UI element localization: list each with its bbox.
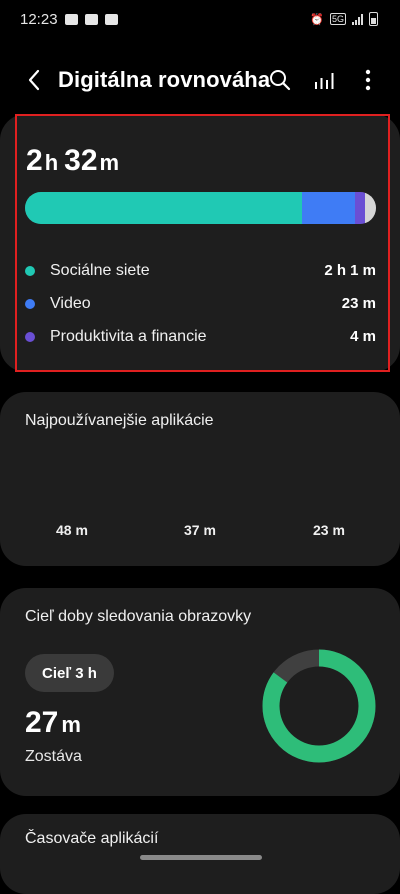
- search-icon: [270, 70, 291, 91]
- status-time: 12:23: [20, 10, 58, 28]
- total-screen-time: 2h 32m: [26, 144, 125, 178]
- legend-label: Sociálne siete: [50, 261, 150, 279]
- youtube-notification-icon: [104, 13, 118, 25]
- legend-row-social[interactable]: Sociálne siete 2 h 1 m: [25, 254, 376, 287]
- minutes-unit: m: [99, 150, 120, 175]
- status-left: 12:23: [20, 11, 118, 28]
- goal-button[interactable]: Cieľ 3 h: [25, 654, 114, 692]
- bar-chart-icon: [315, 73, 334, 89]
- total-minutes: 32: [64, 144, 98, 177]
- most-used-apps-card[interactable]: Najpoužívanejšie aplikácie 48 m 37 m 23 …: [0, 392, 400, 566]
- app-bar-actions: [262, 62, 386, 98]
- legend-value: 23 m: [341, 295, 376, 312]
- gallery-notification-icon: [64, 13, 78, 25]
- more-options-button[interactable]: [350, 62, 386, 98]
- legend-value: 4 m: [350, 328, 376, 345]
- screen-time-goal-title: Cieľ doby sledovania obrazovky: [25, 608, 252, 625]
- app-timers-card[interactable]: Časovače aplikácií: [0, 814, 400, 894]
- chevron-left-icon: [28, 69, 40, 91]
- network-type: 5G: [329, 13, 346, 25]
- goal-remaining: 27 m: [25, 706, 81, 740]
- legend-label: Produktivita a financie: [50, 327, 207, 345]
- usage-summary-card[interactable]: 2h 32m Sociálne siete 2 h 1 m Video 23 m …: [0, 114, 400, 372]
- category-legend: Sociálne siete 2 h 1 m Video 23 m Produk…: [25, 254, 376, 353]
- legend-dot: [25, 265, 35, 276]
- usage-segment-3: [354, 192, 366, 224]
- status-right: ⏰ 5G: [310, 12, 378, 26]
- usage-segment-2: [302, 192, 355, 224]
- battery-icon: [369, 12, 378, 26]
- back-button[interactable]: [16, 62, 52, 98]
- more-vert-icon: [365, 69, 371, 91]
- legend-row-productivity[interactable]: Produktivita a financie 4 m: [25, 320, 376, 353]
- usage-segment-4: [365, 192, 376, 224]
- alarm-icon: ⏰: [310, 13, 324, 26]
- usage-segment-1: [25, 192, 303, 224]
- hours-unit: h: [44, 150, 59, 175]
- remaining-unit: m: [61, 712, 81, 737]
- most-used-apps-title: Najpoužívanejšie aplikácie: [25, 412, 214, 429]
- search-button[interactable]: [262, 62, 298, 98]
- reports-button[interactable]: [306, 62, 342, 98]
- app-bar: Digitálna rovnováha: [0, 54, 400, 106]
- legend-value: 2 h 1 m: [324, 262, 376, 279]
- gmail-notification-icon: [84, 13, 98, 25]
- app-timers-title: Časovače aplikácií: [25, 830, 159, 847]
- legend-dot: [25, 298, 35, 309]
- usage-breakdown-bar: [25, 192, 376, 224]
- remaining-value: 27: [25, 706, 59, 739]
- legend-row-video[interactable]: Video 23 m: [25, 287, 376, 320]
- signal-icon: [352, 13, 363, 25]
- total-hours: 2: [26, 144, 43, 177]
- app-time-3: 23 m: [313, 522, 345, 538]
- status-bar: 12:23 ⏰ 5G: [0, 0, 400, 38]
- legend-dot: [25, 331, 35, 342]
- remaining-label: Zostáva: [25, 748, 82, 765]
- app-time-1: 48 m: [56, 522, 88, 538]
- page-title: Digitálna rovnováha: [58, 67, 271, 92]
- app-time-2: 37 m: [184, 522, 216, 538]
- goal-progress-ring: [262, 649, 376, 763]
- home-indicator[interactable]: [140, 855, 262, 860]
- legend-label: Video: [50, 294, 91, 312]
- screen-time-goal-card[interactable]: Cieľ doby sledovania obrazovky Cieľ 3 h …: [0, 588, 400, 796]
